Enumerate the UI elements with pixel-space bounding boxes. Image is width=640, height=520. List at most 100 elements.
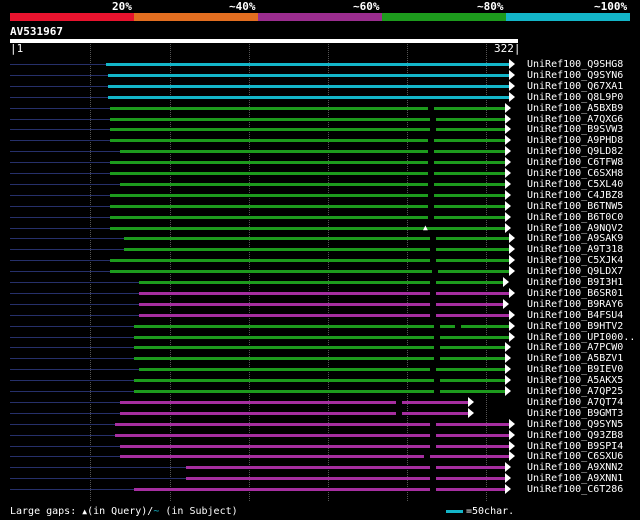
hit-alignment-bar[interactable] bbox=[110, 259, 509, 263]
hit-row[interactable]: UniRef100_UPI000.. bbox=[0, 331, 640, 343]
hit-row[interactable]: UniRef100_B9IEV0 bbox=[0, 364, 640, 375]
hit-alignment-bar[interactable] bbox=[134, 488, 505, 492]
hit-label-link[interactable]: UniRef100_C5XL40 bbox=[527, 179, 623, 190]
hit-alignment-bar[interactable] bbox=[134, 357, 505, 361]
hit-alignment-bar[interactable] bbox=[110, 128, 505, 132]
hit-row[interactable]: UniRef100_B9RAY6 bbox=[0, 298, 640, 310]
hit-alignment-bar[interactable] bbox=[134, 346, 505, 350]
hit-alignment-bar[interactable] bbox=[120, 411, 468, 415]
hit-alignment-bar[interactable] bbox=[120, 150, 505, 154]
hit-row[interactable]: UniRef100_Q67XA1 bbox=[0, 80, 640, 92]
hit-label-link[interactable]: UniRef100_A9XNN2 bbox=[527, 462, 623, 473]
hit-row[interactable]: UniRef100_A5BXB9 bbox=[0, 102, 640, 114]
hit-label-link[interactable]: UniRef100_C6SXU6 bbox=[527, 451, 623, 462]
hit-alignment-bar[interactable] bbox=[106, 63, 509, 66]
hit-alignment-bar[interactable] bbox=[110, 106, 505, 110]
hit-alignment-bar[interactable] bbox=[139, 291, 509, 295]
hit-row[interactable]: UniRef100_B9SVW3 bbox=[0, 124, 640, 135]
hit-alignment-bar[interactable] bbox=[115, 433, 509, 437]
hit-alignment-bar[interactable] bbox=[120, 182, 505, 186]
hit-label-link[interactable]: UniRef100_A7PCW0 bbox=[527, 342, 623, 353]
hit-label-link[interactable]: UniRef100_B9RAY6 bbox=[527, 299, 623, 310]
hit-row[interactable]: UniRef100_A5BZV1 bbox=[0, 353, 640, 364]
hit-row[interactable]: UniRef100_A7QP25 bbox=[0, 386, 640, 397]
hit-alignment-bar[interactable] bbox=[108, 73, 509, 77]
hit-row[interactable]: UniRef100_C6TFW8 bbox=[0, 157, 640, 168]
hit-row[interactable]: UniRef100_C6SXH8 bbox=[0, 168, 640, 179]
hit-label-link[interactable]: UniRef100_B9I3H1 bbox=[527, 277, 623, 288]
hit-label-link[interactable]: UniRef100_A9SAK9 bbox=[527, 233, 623, 244]
hit-label-link[interactable]: UniRef100_A9XNN1 bbox=[527, 473, 623, 484]
hit-label-link[interactable]: UniRef100_B9HTV2 bbox=[527, 321, 623, 332]
hit-label-link[interactable]: UniRef100_B9GMT3 bbox=[527, 408, 623, 419]
hit-row[interactable]: UniRef100_B6TNW5 bbox=[0, 200, 640, 212]
hit-label-link[interactable]: UniRef100_A7QP25 bbox=[527, 386, 623, 397]
hit-label-link[interactable]: UniRef100_A9PHD8 bbox=[527, 135, 623, 146]
hit-alignment-bar[interactable] bbox=[139, 281, 503, 284]
hit-label-link[interactable]: UniRef100_Q9SHG8 bbox=[527, 59, 623, 70]
hit-row[interactable]: UniRef100_A9XNN2 bbox=[0, 462, 640, 473]
hit-row[interactable]: UniRef100_A7PCW0 bbox=[0, 342, 640, 353]
hit-label-link[interactable]: UniRef100_A7QXG6 bbox=[527, 114, 623, 125]
hit-row[interactable]: UniRef100_Q93ZB8 bbox=[0, 429, 640, 441]
hit-alignment-bar[interactable] bbox=[110, 172, 505, 175]
hit-label-link[interactable]: UniRef100_C6TFW8 bbox=[527, 157, 623, 168]
hit-label-link[interactable]: UniRef100_B9SPI4 bbox=[527, 441, 623, 452]
hit-label-link[interactable]: UniRef100_B6SR01 bbox=[527, 288, 623, 299]
hit-label-link[interactable]: UniRef100_A9NQV2 bbox=[527, 223, 623, 234]
hit-row[interactable]: UniRef100_Q9LDX7 bbox=[0, 266, 640, 277]
hit-alignment-bar[interactable] bbox=[110, 204, 505, 208]
hit-row[interactable]: UniRef100_Q9LD82 bbox=[0, 146, 640, 157]
hit-row[interactable]: UniRef100_C5XJK4 bbox=[0, 255, 640, 266]
hit-alignment-bar[interactable] bbox=[120, 455, 509, 459]
hit-label-link[interactable]: UniRef100_Q67XA1 bbox=[527, 81, 623, 92]
hit-label-link[interactable]: UniRef100_A9T318 bbox=[527, 244, 623, 255]
hit-alignment-bar[interactable] bbox=[186, 477, 505, 481]
hit-label-link[interactable]: UniRef100_Q9SYN5 bbox=[527, 419, 623, 430]
hit-alignment-bar[interactable] bbox=[134, 324, 509, 328]
hit-label-link[interactable]: UniRef100_Q9LDX7 bbox=[527, 266, 623, 277]
hit-alignment-bar[interactable] bbox=[134, 379, 505, 383]
hit-row[interactable]: UniRef100_A9T318 bbox=[0, 244, 640, 255]
hit-alignment-bar[interactable] bbox=[120, 444, 509, 448]
hit-label-link[interactable]: UniRef100_B9SVW3 bbox=[527, 124, 623, 135]
hit-row[interactable]: UniRef100_A7QT74 bbox=[0, 396, 640, 408]
hit-alignment-bar[interactable] bbox=[139, 313, 509, 317]
hit-label-link[interactable]: UniRef100_B6T0C0 bbox=[527, 212, 623, 223]
hit-alignment-bar[interactable] bbox=[110, 161, 505, 165]
hit-alignment-bar[interactable] bbox=[110, 117, 505, 121]
hit-row[interactable]: UniRef100_B6T0C0 bbox=[0, 211, 640, 223]
hit-row[interactable]: UniRef100_C4JBZ8 bbox=[0, 189, 640, 201]
hit-row[interactable]: ▲ UniRef100_A9NQV2 bbox=[0, 222, 640, 234]
hit-label-link[interactable]: UniRef100_Q8L9P0 bbox=[527, 92, 623, 103]
hit-row[interactable]: UniRef100_C5XL40 bbox=[0, 178, 640, 190]
hit-label-link[interactable]: UniRef100_A5AKX5 bbox=[527, 375, 623, 386]
hit-row[interactable]: UniRef100_C6T286 bbox=[0, 484, 640, 495]
hit-label-link[interactable]: UniRef100_A5BZV1 bbox=[527, 353, 623, 364]
hit-row[interactable]: UniRef100_Q8L9P0 bbox=[0, 91, 640, 103]
hit-row[interactable]: UniRef100_A7QXG6 bbox=[0, 113, 640, 125]
hit-label-link[interactable]: UniRef100_C6SXH8 bbox=[527, 168, 623, 179]
hit-row[interactable]: UniRef100_B4FSU4 bbox=[0, 309, 640, 321]
hit-row[interactable]: UniRef100_B9GMT3 bbox=[0, 407, 640, 419]
hit-row[interactable]: UniRef100_C6SXU6 bbox=[0, 451, 640, 462]
hit-row[interactable]: UniRef100_Q9SYN5 bbox=[0, 418, 640, 430]
hit-alignment-bar[interactable] bbox=[108, 84, 509, 88]
hit-alignment-bar[interactable] bbox=[108, 95, 509, 99]
hit-row[interactable]: UniRef100_B6SR01 bbox=[0, 287, 640, 299]
hit-label-link[interactable]: UniRef100_UPI000.. bbox=[527, 332, 635, 343]
hit-alignment-bar[interactable] bbox=[124, 237, 509, 241]
hit-alignment-bar[interactable] bbox=[120, 400, 468, 404]
hit-alignment-bar[interactable] bbox=[139, 368, 505, 372]
hit-label-link[interactable]: UniRef100_Q9SYN6 bbox=[527, 70, 623, 81]
hit-label-link[interactable]: UniRef100_Q9LD82 bbox=[527, 146, 623, 157]
hit-alignment-bar[interactable] bbox=[139, 302, 503, 306]
hit-row[interactable]: UniRef100_A5AKX5 bbox=[0, 375, 640, 386]
hit-label-link[interactable]: UniRef100_B4FSU4 bbox=[527, 310, 623, 321]
hit-alignment-bar[interactable] bbox=[186, 466, 505, 470]
hit-label-link[interactable]: UniRef100_C4JBZ8 bbox=[527, 190, 623, 201]
hit-alignment-bar[interactable] bbox=[134, 390, 505, 393]
hit-label-link[interactable]: UniRef100_A5BXB9 bbox=[527, 103, 623, 114]
hit-alignment-bar[interactable] bbox=[110, 215, 505, 219]
hit-alignment-bar[interactable] bbox=[134, 335, 509, 339]
